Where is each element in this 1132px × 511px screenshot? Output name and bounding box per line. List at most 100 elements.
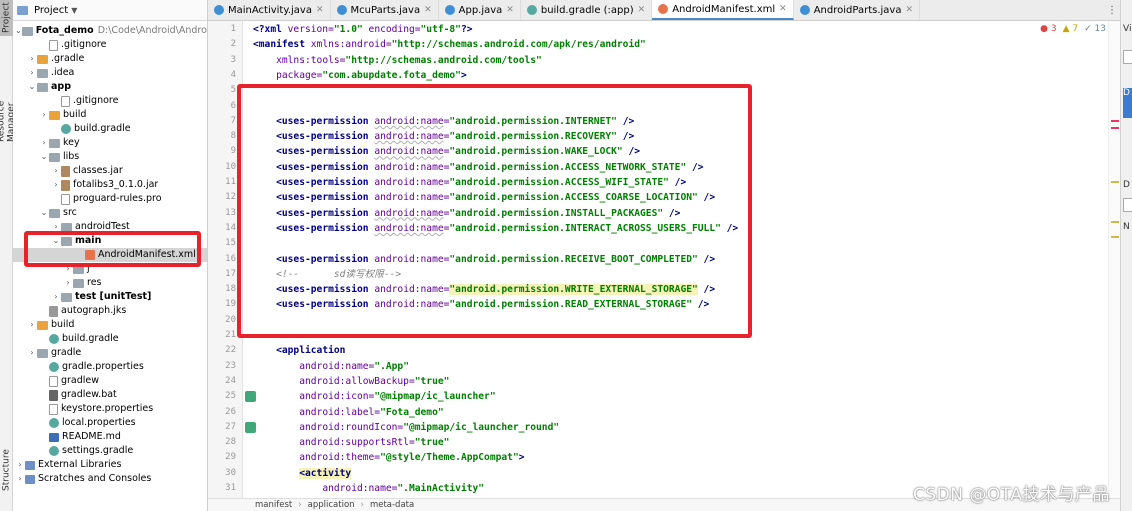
chevron-down-icon[interactable]: ⌄ <box>15 24 22 38</box>
code-line[interactable]: <uses-permission android:name="android.p… <box>253 114 634 129</box>
tree-item[interactable]: settings.gradle <box>13 444 207 458</box>
tree-item[interactable]: › classes.jar <box>13 164 207 178</box>
breadcrumb-item[interactable]: application <box>308 500 355 510</box>
chevron-down-icon[interactable]: ▼ <box>71 6 77 15</box>
error-stripe-mark[interactable] <box>1111 127 1119 129</box>
code-line[interactable]: <uses-permission android:name="android.p… <box>253 144 640 159</box>
code-line[interactable]: <uses-permission android:name="android.p… <box>253 190 715 205</box>
tree-item[interactable]: › Scratches and Consoles <box>13 472 207 486</box>
code-line[interactable]: xmlns:tools="http://schemas.android.com/… <box>253 53 542 68</box>
chevron-right-icon[interactable]: › <box>39 108 49 122</box>
code-line[interactable]: <uses-permission android:name="android.p… <box>253 175 686 190</box>
editor-tab[interactable]: McuParts.java ✕ <box>331 0 439 20</box>
chevron-right-icon[interactable]: › <box>15 472 25 486</box>
tree-item[interactable]: › res <box>13 276 207 290</box>
chevron-right-icon[interactable]: › <box>51 178 61 192</box>
tree-item[interactable]: › External Libraries <box>13 458 207 472</box>
tree-item[interactable]: AndroidManifest.xml <box>13 248 207 262</box>
right-panel-label[interactable]: N <box>1123 222 1130 232</box>
code-editor[interactable]: 1 2 3 4 5 6 7 8 9 10 11 12 13 14 15 16 17 18 19 20 21 22 23 24 2… <box>208 21 1120 498</box>
code-line[interactable]: android:name=".MainActivity" <box>253 481 484 496</box>
warning-stripe-mark[interactable] <box>1111 236 1119 238</box>
editor-tab[interactable]: build.gradle (:app) ✕ <box>521 0 653 20</box>
close-icon[interactable]: ✕ <box>779 4 787 14</box>
right-panel-selected-item[interactable]: D <box>1123 88 1132 118</box>
code-line[interactable]: <application <box>253 343 345 358</box>
editor-scrollbar[interactable] <box>1108 21 1120 498</box>
editor-tab[interactable]: AndroidParts.java ✕ <box>794 0 921 20</box>
breadcrumb-item[interactable]: manifest <box>255 500 292 510</box>
chevron-right-icon[interactable]: › <box>51 164 61 178</box>
tree-item[interactable]: .gitignore <box>13 94 207 108</box>
close-icon[interactable]: ✕ <box>638 5 646 15</box>
code-line[interactable]: <uses-permission android:name="android.p… <box>253 206 680 221</box>
code-line[interactable]: <!-- sd读写权限--> <box>253 267 401 282</box>
code-line[interactable]: <uses-permission android:name="android.p… <box>253 160 703 175</box>
code-line[interactable]: <uses-permission android:name="android.p… <box>253 297 709 312</box>
breadcrumb-item[interactable]: meta-data <box>370 500 414 510</box>
chevron-right-icon[interactable]: › <box>39 136 49 150</box>
chevron-down-icon[interactable]: ⌄ <box>39 150 49 164</box>
code-line[interactable]: android:name=".App" <box>253 359 409 374</box>
tree-item[interactable]: › fotalibs3_0.1.0.jar <box>13 178 207 192</box>
error-stripe-mark[interactable] <box>1111 120 1119 122</box>
tree-item[interactable]: build.gradle <box>13 332 207 346</box>
project-view-selector[interactable]: Project <box>34 5 68 16</box>
warning-stripe-mark[interactable] <box>1111 221 1119 223</box>
close-icon[interactable]: ✕ <box>424 5 432 15</box>
chevron-down-icon[interactable]: ⌄ <box>51 234 61 248</box>
chevron-right-icon[interactable]: › <box>15 458 25 472</box>
code-line[interactable]: <manifest xmlns:android="http://schemas.… <box>253 37 646 52</box>
code-line[interactable]: <?xml version="1.0" encoding="utf-8"?> <box>253 22 473 37</box>
tree-item[interactable]: ⌄ main <box>13 234 207 248</box>
tree-item[interactable]: › androidTest <box>13 220 207 234</box>
tree-item[interactable]: autograph.jks <box>13 304 207 318</box>
chevron-right-icon[interactable]: › <box>63 276 73 290</box>
tree-item[interactable]: README.md <box>13 430 207 444</box>
code-line[interactable]: <uses-permission android:name="android.p… <box>253 282 715 297</box>
chevron-right-icon[interactable]: › <box>27 66 37 80</box>
tree-item[interactable]: local.properties <box>13 416 207 430</box>
chevron-right-icon[interactable]: › <box>27 52 37 66</box>
close-icon[interactable]: ✕ <box>905 5 913 15</box>
chevron-right-icon[interactable]: › <box>63 262 73 276</box>
code-line[interactable]: android:theme="@style/Theme.AppCompat"> <box>253 450 524 465</box>
right-panel-field[interactable] <box>1123 198 1132 212</box>
tree-item[interactable]: › key <box>13 136 207 150</box>
tree-item[interactable]: › j <box>13 262 207 276</box>
tree-item[interactable]: ⌄ libs <box>13 150 207 164</box>
code-line[interactable]: <activity <box>253 466 352 481</box>
right-panel-field[interactable] <box>1123 50 1132 64</box>
code-line[interactable]: android:roundIcon="@mipmap/ic_launcher_r… <box>253 420 559 435</box>
tree-item[interactable]: proguard-rules.pro <box>13 192 207 206</box>
editor-tab[interactable]: MainActivity.java ✕ <box>208 0 331 20</box>
tree-item[interactable]: › build <box>13 318 207 332</box>
resource-manager-tool-tab[interactable]: Resource Manager <box>0 60 17 142</box>
tree-item[interactable]: › build <box>13 108 207 122</box>
code-line[interactable]: android:icon="@mipmap/ic_launcher" <box>253 389 495 404</box>
tree-item[interactable]: gradle.properties <box>13 360 207 374</box>
tree-item[interactable]: ⌄ src <box>13 206 207 220</box>
chevron-right-icon[interactable]: › <box>51 290 61 304</box>
code-line[interactable]: <uses-permission android:name="android.p… <box>253 129 634 144</box>
tree-item[interactable]: › test [unitTest] <box>13 290 207 304</box>
editor-tab[interactable]: AndroidManifest.xml ✕ <box>652 0 794 20</box>
tree-item[interactable]: › gradle <box>13 346 207 360</box>
tree-item[interactable]: gradlew <box>13 374 207 388</box>
code-line[interactable]: android:supportsRtl="true" <box>253 435 449 450</box>
chevron-down-icon[interactable]: ⌄ <box>27 80 37 94</box>
chevron-right-icon[interactable]: › <box>27 346 37 360</box>
tree-item[interactable]: build.gradle <box>13 122 207 136</box>
tree-item[interactable]: › .gradle <box>13 52 207 66</box>
inspection-widget[interactable]: ● 3 ▲ 7 ✓ 13 <box>1040 24 1106 34</box>
close-icon[interactable]: ✕ <box>506 5 514 15</box>
tree-item[interactable]: gradlew.bat <box>13 388 207 402</box>
chevron-down-icon[interactable]: ⌄ <box>39 206 49 220</box>
chevron-right-icon[interactable]: › <box>27 318 37 332</box>
close-icon[interactable]: ✕ <box>316 5 324 15</box>
code-line[interactable]: package="com.abupdate.fota_demo"> <box>253 68 467 83</box>
tree-item[interactable]: ⌄ app <box>13 80 207 94</box>
right-panel-label[interactable]: D <box>1123 180 1130 190</box>
tree-item[interactable]: › .idea <box>13 66 207 80</box>
right-panel-label[interactable]: Vi <box>1123 24 1131 34</box>
